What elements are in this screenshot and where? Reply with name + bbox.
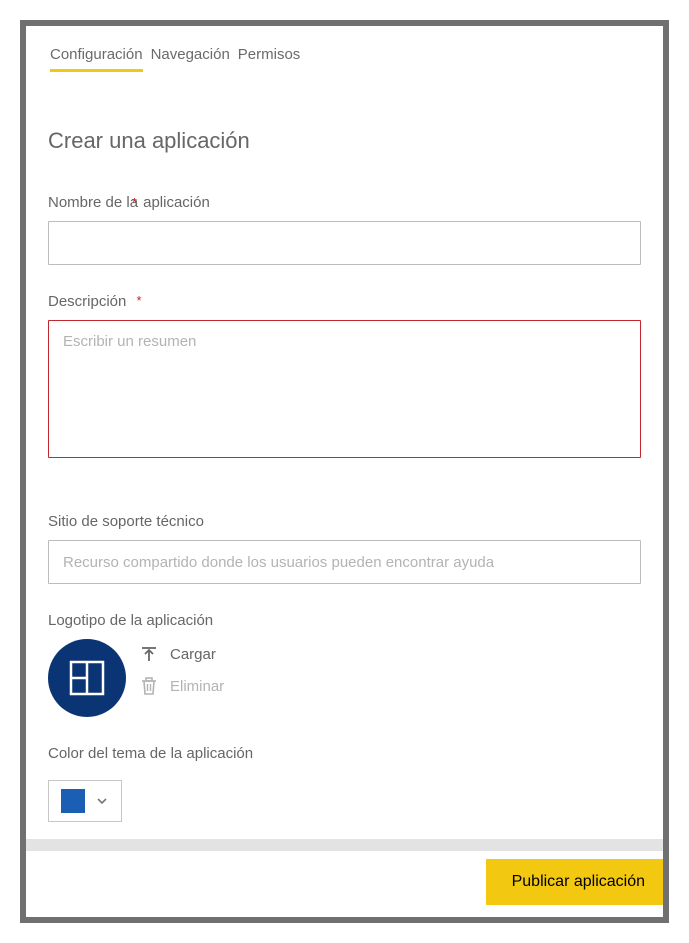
app-name-input[interactable] — [48, 221, 641, 265]
trash-icon — [140, 677, 158, 695]
app-name-label-part1: Nombre de la — [48, 194, 138, 211]
tab-permisos[interactable]: Permisos — [238, 44, 301, 72]
tab-navegacion[interactable]: Navegación — [151, 44, 230, 72]
support-site-field-group: Sitio de soporte técnico — [48, 513, 641, 584]
theme-color-picker[interactable] — [48, 780, 122, 822]
theme-color-label: Color del tema de la aplicación — [48, 745, 641, 762]
dialog-content: Configuración Navegación Permisos Crear … — [26, 26, 663, 822]
app-name-field-group: Nombre de la* aplicación — [48, 194, 641, 265]
description-input[interactable] — [48, 320, 641, 458]
app-name-label: Nombre de la* aplicación — [48, 194, 641, 211]
theme-color-field-group: Color del tema de la aplicación — [48, 745, 641, 822]
dialog-frame: Configuración Navegación Permisos Crear … — [20, 20, 669, 923]
logo-field-group: Logotipo de la aplicación — [48, 612, 641, 717]
upload-icon — [140, 645, 158, 663]
description-label-text: Descripción — [48, 293, 126, 310]
upload-logo-label: Cargar — [170, 646, 216, 663]
page-title: Crear una aplicación — [48, 128, 641, 154]
delete-logo-button: Eliminar — [140, 677, 224, 695]
description-label: Descripción * — [48, 293, 641, 310]
upload-logo-button[interactable]: Cargar — [140, 645, 224, 663]
support-site-input[interactable] — [48, 540, 641, 584]
logo-actions: Cargar Eliminar — [140, 639, 224, 695]
app-logo-avatar — [48, 639, 126, 717]
tab-configuracion[interactable]: Configuración — [50, 44, 143, 72]
publish-app-button[interactable]: Publicar aplicación — [486, 859, 663, 905]
support-site-label: Sitio de soporte técnico — [48, 513, 641, 530]
app-name-label-part2: aplicación — [143, 194, 210, 211]
delete-logo-label: Eliminar — [170, 678, 224, 695]
theme-color-swatch — [61, 789, 85, 813]
logo-label: Logotipo de la aplicación — [48, 612, 641, 629]
logo-row: Cargar Eliminar — [48, 639, 641, 717]
footer-divider — [26, 839, 663, 851]
description-field-group: Descripción * — [48, 293, 641, 463]
form-section: Crear una aplicación Nombre de la*aplica… — [26, 74, 663, 822]
required-indicator-icon: * — [132, 195, 137, 210]
chevron-down-icon — [95, 794, 109, 808]
app-logo-icon — [69, 660, 105, 696]
required-indicator-icon: * — [137, 293, 142, 308]
tab-bar: Configuración Navegación Permisos — [26, 44, 663, 74]
